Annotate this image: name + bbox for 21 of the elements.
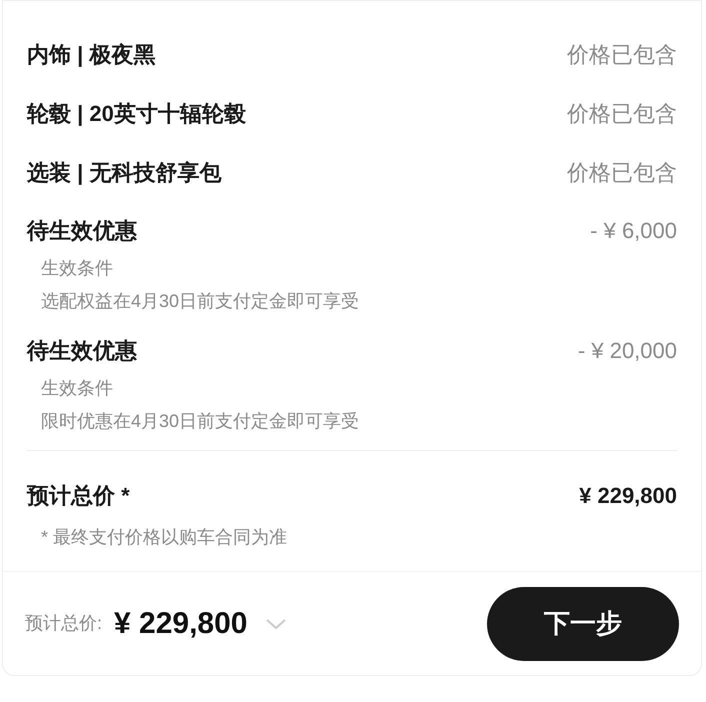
item-value: 价格已包含 xyxy=(567,100,677,128)
item-value: 价格已包含 xyxy=(567,41,677,69)
condition-text: 限时优惠在4月30日前支付定金即可享受 xyxy=(41,410,360,433)
footer-amount: ¥ 229,800 xyxy=(114,606,248,642)
total-label: 预计总价 * xyxy=(27,482,130,510)
item-label: 内饰 | 极夜黑 xyxy=(27,41,156,69)
item-label: 选装 | 无科技舒享包 xyxy=(27,159,222,187)
footer-label: 预计总价: xyxy=(25,612,102,635)
condition-title: 生效条件 xyxy=(41,377,114,400)
discount-amount: - ¥ 6,000 xyxy=(590,217,677,245)
item-label: 轮毂 | 20英寸十辐轮毂 xyxy=(27,100,246,128)
discount-amount: - ¥ 20,000 xyxy=(578,337,677,365)
item-value: 价格已包含 xyxy=(567,159,677,187)
discount-label: 待生效优惠 xyxy=(27,337,137,365)
total-note: * 最终支付价格以购车合同为准 xyxy=(41,526,288,549)
condition-text: 选配权益在4月30日前支付定金即可享受 xyxy=(41,290,360,313)
condition-title: 生效条件 xyxy=(41,257,114,280)
total-amount: ¥ 229,800 xyxy=(579,482,677,510)
discount-label: 待生效优惠 xyxy=(27,217,137,245)
next-button[interactable]: 下一步 xyxy=(487,586,679,660)
chevron-down-icon[interactable] xyxy=(265,618,288,630)
